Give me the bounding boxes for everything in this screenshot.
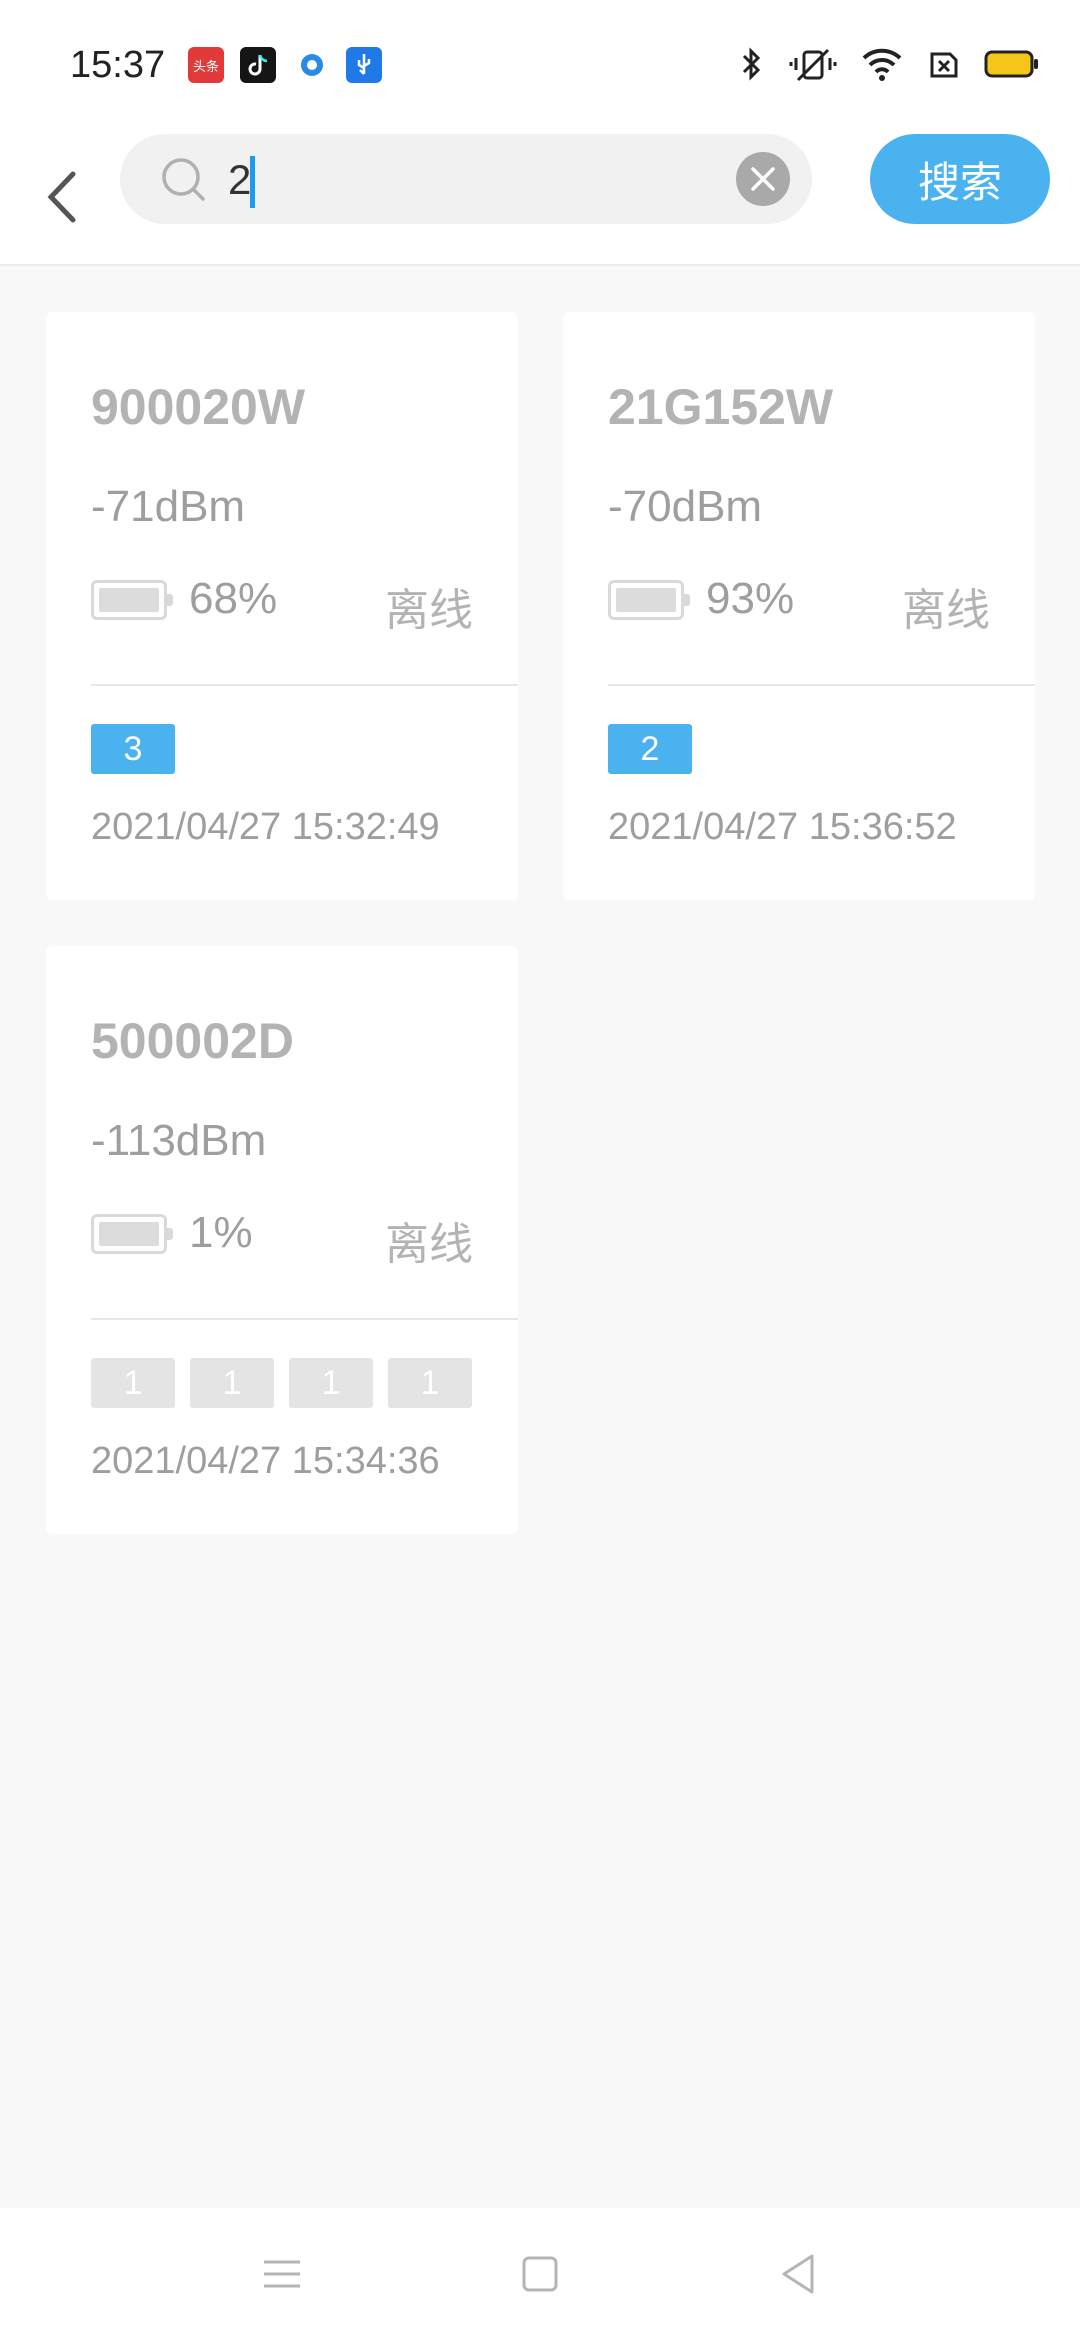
count-tag: 1 bbox=[190, 1358, 274, 1408]
close-icon bbox=[751, 167, 775, 191]
card-divider bbox=[608, 684, 1035, 686]
search-header: 搜索 bbox=[0, 130, 1080, 266]
chevron-left-icon bbox=[47, 171, 76, 223]
battery-icon bbox=[608, 580, 690, 620]
device-status: 离线 bbox=[385, 585, 473, 636]
wifi-icon bbox=[860, 44, 904, 89]
count-tag: 1 bbox=[91, 1358, 175, 1408]
device-status: 离线 bbox=[385, 1219, 473, 1270]
status-bar: 15:37 头条 bbox=[0, 0, 1080, 130]
device-name: 21G152W bbox=[608, 379, 834, 435]
battery-icon bbox=[984, 44, 1040, 89]
tag-list: 2 bbox=[608, 724, 692, 774]
home-button[interactable] bbox=[506, 2240, 574, 2308]
menu-icon bbox=[264, 2260, 300, 2288]
count-tag: 1 bbox=[289, 1358, 373, 1408]
square-icon bbox=[522, 2256, 558, 2292]
device-name: 500002D bbox=[91, 1013, 294, 1069]
device-timestamp: 2021/04/27 15:34:36 bbox=[91, 1440, 440, 1482]
vibrate-mute-icon bbox=[788, 44, 838, 89]
text-caret bbox=[250, 156, 255, 208]
device-card[interactable]: 500002D -113dBm 1% 离线 1 1 1 1 2021/04/27… bbox=[46, 946, 518, 1534]
tag-list: 3 bbox=[91, 724, 175, 774]
device-signal: -71dBm bbox=[91, 482, 246, 531]
count-tag: 3 bbox=[91, 724, 175, 774]
svg-text:头条: 头条 bbox=[193, 59, 219, 75]
back-nav-button[interactable] bbox=[764, 2240, 832, 2308]
search-button[interactable]: 搜索 bbox=[870, 134, 1050, 224]
device-signal: -113dBm bbox=[91, 1116, 267, 1165]
device-status: 离线 bbox=[902, 585, 990, 636]
device-timestamp: 2021/04/27 15:36:52 bbox=[608, 806, 957, 848]
toutiao-icon: 头条 bbox=[188, 47, 224, 83]
navigation-bar bbox=[0, 2208, 1080, 2340]
triangle-back-icon bbox=[782, 2254, 814, 2294]
tiktok-icon bbox=[240, 47, 276, 83]
battery-percent: 1% bbox=[189, 1208, 253, 1257]
circle-app-icon bbox=[294, 47, 330, 83]
device-name: 900020W bbox=[91, 379, 306, 435]
menu-button[interactable] bbox=[248, 2240, 316, 2308]
device-card[interactable]: 900020W -71dBm 68% 离线 3 2021/04/27 15:32… bbox=[46, 312, 518, 900]
bluetooth-icon bbox=[736, 44, 766, 89]
sim-card-icon bbox=[926, 44, 962, 89]
device-signal: -70dBm bbox=[608, 482, 763, 531]
clear-search-button[interactable] bbox=[736, 152, 790, 206]
tag-list: 1 1 1 1 bbox=[91, 1358, 472, 1408]
card-divider bbox=[91, 684, 518, 686]
back-button[interactable] bbox=[40, 150, 84, 244]
card-divider bbox=[91, 1318, 518, 1320]
search-box[interactable] bbox=[120, 134, 812, 224]
device-timestamp: 2021/04/27 15:32:49 bbox=[91, 806, 440, 848]
count-tag: 2 bbox=[608, 724, 692, 774]
search-input[interactable] bbox=[228, 152, 728, 208]
battery-icon bbox=[91, 580, 173, 620]
usb-icon bbox=[346, 47, 382, 83]
battery-percent: 68% bbox=[189, 574, 278, 623]
status-time: 15:37 bbox=[70, 44, 166, 86]
device-card[interactable]: 21G152W -70dBm 93% 离线 2 2021/04/27 15:36… bbox=[563, 312, 1035, 900]
battery-icon bbox=[91, 1214, 173, 1254]
search-icon bbox=[160, 156, 208, 209]
count-tag: 1 bbox=[388, 1358, 472, 1408]
battery-percent: 93% bbox=[706, 574, 795, 623]
system-icons bbox=[736, 44, 1040, 88]
